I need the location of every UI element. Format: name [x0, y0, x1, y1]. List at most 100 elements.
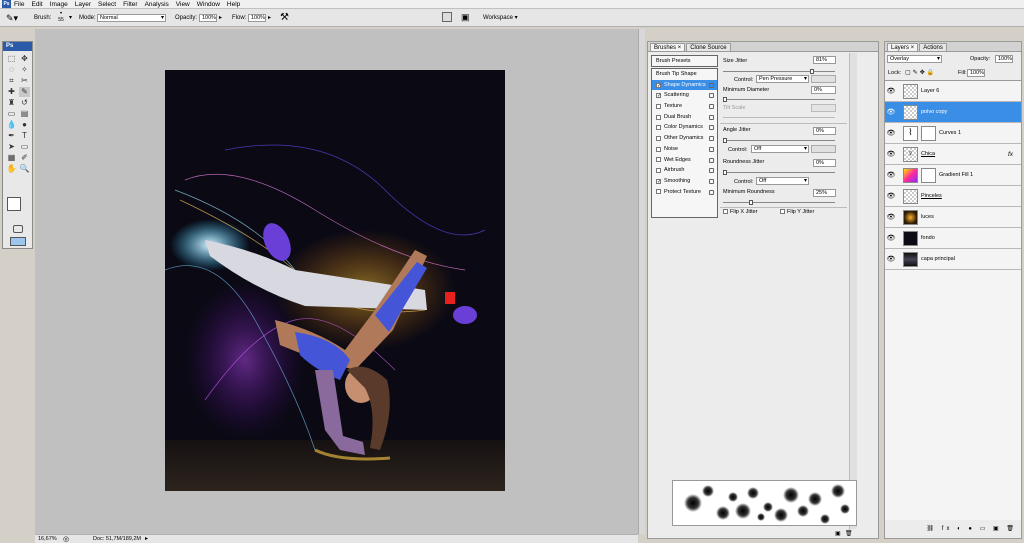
layer-row[interactable]: 👁 Layer 6	[885, 81, 1021, 102]
control-select-2[interactable]: Off	[751, 145, 809, 153]
visibility-eye-icon[interactable]: 👁	[885, 192, 897, 200]
menu-analysis[interactable]: Analysis	[145, 1, 169, 8]
tab-actions[interactable]: Actions	[919, 43, 947, 51]
lock-icon[interactable]	[709, 136, 714, 142]
min-diameter-field[interactable]: 0%	[811, 86, 836, 94]
type-tool-icon[interactable]: T	[19, 131, 30, 141]
min-roundness-field[interactable]: 25%	[813, 189, 836, 197]
brush-tool-icon[interactable]: ✎	[19, 87, 30, 97]
menu-window[interactable]: Window	[197, 1, 220, 8]
menu-layer[interactable]: Layer	[75, 1, 91, 8]
brush-size-picker[interactable]: • 55	[55, 11, 67, 24]
pen-tool-icon[interactable]: ✒	[6, 131, 17, 141]
gradient-tool-icon[interactable]: ▤	[19, 109, 30, 119]
size-jitter-thumb[interactable]	[810, 69, 815, 74]
min-diameter-slider[interactable]	[723, 97, 835, 102]
min-roundness-thumb[interactable]	[749, 200, 753, 205]
min-roundness-slider[interactable]	[723, 200, 835, 205]
layer-opacity-field[interactable]: 100%	[995, 55, 1013, 63]
brush-option-checkbox[interactable]: ✓	[656, 82, 661, 88]
layer-effects-icon[interactable]: fx	[1008, 151, 1013, 158]
lock-icon[interactable]	[709, 125, 714, 131]
magic-wand-tool-icon[interactable]: ✧	[19, 65, 30, 75]
status-info-icon[interactable]: ◎	[63, 535, 69, 543]
blur-tool-icon[interactable]: 💧	[6, 120, 17, 130]
layer-row[interactable]: 👁 Pinceles	[885, 186, 1021, 207]
brush-option-item[interactable]: Color Dynamics	[652, 122, 717, 133]
layers-footer-icons[interactable]: ⛓ fx ◐ ● ▭ ▣ 🗑	[885, 525, 1021, 537]
brush-option-checkbox[interactable]	[656, 135, 661, 141]
clone-stamp-tool-icon[interactable]: ♜	[6, 98, 17, 108]
eyedropper-tool-icon[interactable]: ✐	[19, 153, 30, 163]
menu-file[interactable]: File	[14, 1, 24, 8]
menu-select[interactable]: Select	[98, 1, 116, 8]
flow-field[interactable]: 100%	[248, 14, 266, 22]
flip-y-checkbox[interactable]	[780, 209, 785, 214]
layer-row[interactable]: 👁 ⌇ Curves 1	[885, 123, 1021, 144]
tab-layers[interactable]: Layers ×	[887, 43, 919, 51]
visibility-eye-icon[interactable]: 👁	[885, 150, 897, 158]
layer-row[interactable]: 👁 ♀ Chica fx	[885, 144, 1021, 165]
eraser-tool-icon[interactable]: ▭	[6, 109, 17, 119]
size-jitter-slider[interactable]	[723, 69, 835, 74]
lock-icon[interactable]	[709, 93, 714, 99]
document-canvas[interactable]	[165, 70, 505, 491]
crop-tool-icon[interactable]: ⌗	[6, 76, 17, 86]
control-select-1[interactable]: Pen Pressure	[756, 75, 809, 83]
brush-option-item[interactable]: Noise	[652, 144, 717, 155]
visibility-eye-icon[interactable]: 👁	[885, 213, 897, 221]
brush-tool-icon[interactable]: ✎▾	[6, 13, 18, 24]
brush-tip-shape-item[interactable]: Brush Tip Shape	[652, 69, 717, 80]
zoom-tool-icon[interactable]: 🔍	[19, 164, 30, 174]
lock-icon[interactable]	[709, 104, 714, 110]
brush-option-item[interactable]: Airbrush	[652, 165, 717, 176]
layer-row[interactable]: 👁 Gradient Fill 1	[885, 165, 1021, 186]
brush-option-checkbox[interactable]: ✓	[656, 178, 661, 184]
layer-mask-thumbnail[interactable]	[921, 125, 936, 141]
angle-jitter-field[interactable]: 0%	[813, 127, 836, 135]
lock-icon[interactable]	[709, 146, 714, 152]
angle-jitter-slider[interactable]	[723, 138, 835, 143]
layer-row[interactable]: 👁 fondo	[885, 228, 1021, 249]
layer-mask-thumbnail[interactable]	[921, 167, 936, 183]
quick-mask-icon[interactable]	[13, 225, 23, 233]
vertical-scrollbar[interactable]	[638, 29, 645, 534]
roundness-jitter-field[interactable]: 0%	[813, 159, 836, 167]
size-jitter-field[interactable]: 81%	[813, 56, 836, 64]
lock-icon[interactable]	[709, 178, 714, 184]
menu-view[interactable]: View	[176, 1, 190, 8]
menu-image[interactable]: Image	[50, 1, 68, 8]
visibility-eye-icon[interactable]: 👁	[885, 234, 897, 242]
brushes-scrollbar[interactable]	[849, 53, 857, 529]
move-tool-icon[interactable]: ✥	[19, 54, 30, 64]
workspace-button[interactable]: Workspace ▾	[483, 14, 518, 21]
status-menu-icon[interactable]: ▸	[145, 535, 148, 542]
path-selection-tool-icon[interactable]: ➤	[6, 142, 17, 152]
lock-icon[interactable]	[709, 114, 714, 120]
brush-presets-button[interactable]: Brush Presets	[651, 55, 718, 67]
roundness-jitter-slider[interactable]	[723, 170, 835, 175]
brush-option-checkbox[interactable]	[656, 189, 661, 195]
menu-filter[interactable]: Filter	[123, 1, 137, 8]
brush-option-item[interactable]: Other Dynamics	[652, 133, 717, 144]
history-brush-tool-icon[interactable]: ↺	[19, 98, 30, 108]
marquee-tool-icon[interactable]: ⬚	[6, 54, 17, 64]
angle-jitter-thumb[interactable]	[723, 138, 727, 143]
brush-option-item[interactable]: Wet Edges	[652, 155, 717, 166]
shape-tool-icon[interactable]: ▭	[19, 142, 30, 152]
airbrush-icon[interactable]: ⚒	[280, 12, 289, 23]
visibility-eye-icon[interactable]: 👁	[885, 171, 897, 179]
visibility-eye-icon[interactable]: 👁	[885, 108, 897, 116]
palette-well-icon[interactable]	[442, 12, 452, 22]
visibility-eye-icon[interactable]: 👁	[885, 129, 897, 137]
chevron-down-icon[interactable]: ▸	[219, 14, 222, 21]
layer-row[interactable]: 👁 capa principal	[885, 249, 1021, 270]
notes-tool-icon[interactable]: ▦	[6, 153, 17, 163]
roundness-jitter-thumb[interactable]	[723, 170, 727, 175]
lock-icon[interactable]	[709, 189, 714, 195]
brush-option-item[interactable]: ✓ Smoothing	[652, 176, 717, 187]
delete-brush-icon[interactable]: 🗑	[845, 530, 853, 537]
lasso-tool-icon[interactable]: ◌	[6, 65, 17, 75]
menu-edit[interactable]: Edit	[31, 1, 42, 8]
mode-select[interactable]: Normal	[97, 14, 166, 22]
